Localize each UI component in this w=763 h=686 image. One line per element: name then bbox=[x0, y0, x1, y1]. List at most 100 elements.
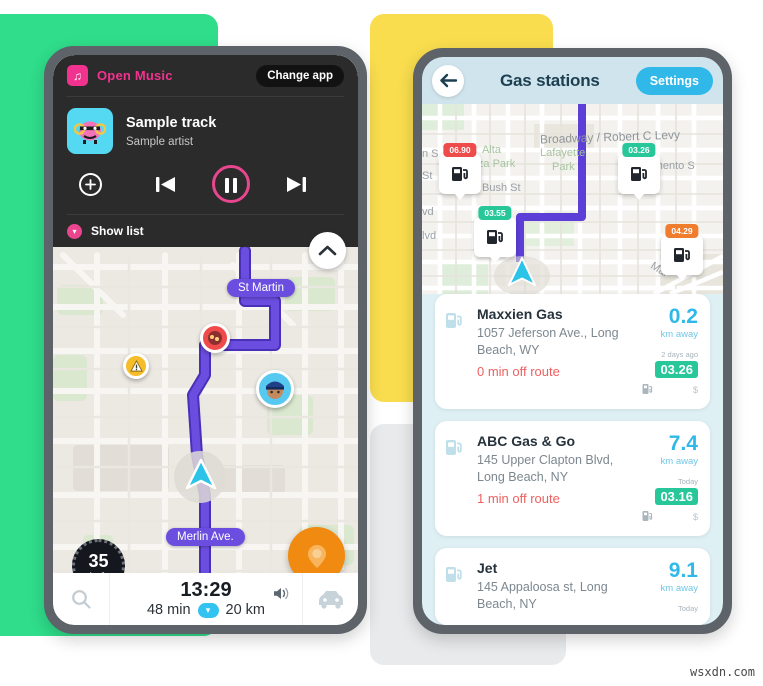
change-app-button[interactable]: Change app bbox=[256, 64, 344, 87]
map-label: Lafayette bbox=[540, 147, 586, 159]
search-icon bbox=[72, 590, 91, 609]
station-distance: 7.4 bbox=[668, 432, 698, 455]
fuel-type-icon bbox=[642, 510, 653, 524]
trip-duration: 48 min bbox=[146, 602, 191, 618]
page-title: Gas stations bbox=[500, 70, 600, 90]
map-label: lvd bbox=[422, 230, 437, 242]
player-controls bbox=[67, 163, 344, 215]
navigation-bottom-bar: 13:29 48 min ▾ 20 km bbox=[53, 573, 358, 625]
gas-station-card[interactable]: Maxxien Gas 1057 Jeferson Ave., Long Bea… bbox=[435, 294, 710, 409]
page-root: St Martin Merlin Ave. 35 km/h bbox=[0, 0, 763, 686]
speed-value: 35 bbox=[88, 550, 109, 571]
map-label: Park bbox=[552, 161, 575, 173]
station-address: 145 Appaloosa st, Long Beach, NY bbox=[477, 580, 608, 611]
currency-symbol: $ bbox=[692, 385, 698, 395]
fuel-type-icon bbox=[642, 383, 653, 397]
gas-pump-icon bbox=[445, 560, 477, 613]
station-name: Jet bbox=[477, 560, 498, 576]
skip-previous-icon bbox=[156, 176, 175, 192]
music-player-panel: ♫ Open Music Change app Sample track Sam… bbox=[53, 55, 358, 247]
gas-price-badge: 03.55 bbox=[478, 206, 512, 220]
arrow-left-icon bbox=[439, 73, 457, 88]
price-updated: Today bbox=[677, 604, 698, 613]
map-label: Bush St bbox=[482, 182, 521, 194]
gas-pump-icon bbox=[445, 433, 477, 524]
gas-station-info: Maxxien Gas 1057 Jeferson Ave., Long Bea… bbox=[477, 306, 642, 397]
map-gas-pin[interactable]: 06.90 bbox=[439, 143, 481, 200]
vehicle-button[interactable] bbox=[302, 573, 358, 625]
right-phone-screen: Gas stations Settings Broadway / Robert … bbox=[422, 57, 723, 625]
police-officer-icon[interactable] bbox=[256, 370, 294, 408]
price-footer: $ bbox=[642, 510, 698, 524]
station-address: 145 Upper Clapton Blvd, Long Beach, NY bbox=[477, 453, 614, 484]
trip-distance: 20 km bbox=[225, 602, 266, 618]
track-title: Sample track bbox=[126, 115, 217, 132]
price-updated: Today bbox=[677, 477, 698, 486]
next-track-button[interactable] bbox=[285, 174, 307, 195]
station-distance-unit: km away bbox=[660, 329, 698, 340]
left-phone-screen: St Martin Merlin Ave. 35 km/h bbox=[53, 55, 358, 625]
price-footer: $ bbox=[642, 383, 698, 397]
eta-panel[interactable]: 13:29 48 min ▾ 20 km bbox=[110, 580, 302, 618]
music-app-name: Open Music bbox=[97, 68, 173, 83]
add-track-button[interactable] bbox=[79, 172, 102, 196]
eta-details: 48 min ▾ 20 km bbox=[147, 602, 265, 618]
station-name: ABC Gas & Go bbox=[477, 433, 576, 449]
station-distance: 9.1 bbox=[668, 559, 698, 582]
map-street-label: St Martin bbox=[227, 279, 296, 297]
plus-icon bbox=[85, 178, 96, 190]
gas-pump-icon bbox=[487, 230, 503, 244]
map-label: n S bbox=[422, 148, 439, 160]
price-updated: 2 days ago bbox=[661, 350, 698, 359]
location-pin-icon bbox=[307, 544, 326, 568]
gas-station-info: Jet 145 Appaloosa st, Long Beach, NY bbox=[477, 560, 642, 613]
track-meta: Sample track Sample artist bbox=[126, 114, 216, 147]
chevron-down-icon[interactable]: ▾ bbox=[197, 602, 219, 618]
off-route-text: 0 min off route bbox=[477, 363, 560, 379]
map-label: vd bbox=[422, 206, 434, 218]
gas-pump-icon bbox=[674, 248, 690, 262]
station-price: 03.26 bbox=[655, 361, 698, 378]
gas-station-card[interactable]: Jet 145 Appaloosa st, Long Beach, NY 9.1… bbox=[435, 548, 710, 625]
map-street-label: Merlin Ave. bbox=[166, 528, 245, 546]
chevron-up-icon bbox=[318, 245, 337, 256]
map-label: Alta bbox=[482, 144, 501, 156]
collapse-panel-button[interactable] bbox=[309, 232, 346, 269]
station-distance: 0.2 bbox=[668, 305, 698, 328]
chevron-down-icon: ▾ bbox=[67, 223, 82, 239]
station-metrics: 9.1 km away Today bbox=[642, 560, 698, 613]
station-metrics: 0.2 km away 2 days ago 03.26 $ bbox=[642, 306, 698, 397]
navigation-arrow-icon bbox=[508, 257, 536, 286]
station-distance-unit: km away bbox=[660, 583, 698, 594]
currency-symbol: $ bbox=[692, 512, 698, 522]
map-gas-pin[interactable]: 03.55 bbox=[474, 206, 516, 263]
album-art bbox=[67, 108, 113, 154]
previous-track-button[interactable] bbox=[155, 174, 177, 195]
car-icon bbox=[318, 590, 343, 609]
settings-button[interactable]: Settings bbox=[635, 66, 713, 95]
volume-icon bbox=[274, 587, 289, 600]
music-note-icon: ♫ bbox=[67, 65, 88, 86]
map-gas-pin[interactable]: 03.26 bbox=[618, 143, 660, 200]
show-list-button[interactable]: ▾ Show list bbox=[67, 215, 344, 247]
gas-pump-icon bbox=[452, 167, 468, 181]
map-gas-pin[interactable]: 04.29 bbox=[661, 224, 703, 281]
gas-pump-icon bbox=[631, 167, 647, 181]
track-artist: Sample artist bbox=[126, 135, 194, 148]
waze-character-icon bbox=[74, 121, 106, 144]
station-price: 03.16 bbox=[655, 488, 698, 505]
gas-price-badge: 06.90 bbox=[443, 143, 477, 157]
warning-triangle-icon[interactable] bbox=[123, 353, 149, 379]
gas-station-list[interactable]: Maxxien Gas 1057 Jeferson Ave., Long Bea… bbox=[422, 294, 723, 625]
station-distance-unit: km away bbox=[660, 456, 698, 467]
station-metrics: 7.4 km away Today 03.16 $ bbox=[642, 433, 698, 524]
now-playing-row: Sample track Sample artist bbox=[67, 97, 344, 163]
gas-stations-map[interactable]: Broadway / Robert C Levy Alta Plaza Park… bbox=[422, 104, 723, 294]
volume-button[interactable] bbox=[273, 586, 290, 606]
search-button[interactable] bbox=[53, 573, 110, 625]
back-button[interactable] bbox=[432, 64, 464, 97]
play-pause-button[interactable] bbox=[212, 165, 250, 203]
hazard-object-icon[interactable] bbox=[200, 323, 230, 353]
gas-station-card[interactable]: ABC Gas & Go 145 Upper Clapton Blvd, Lon… bbox=[435, 421, 710, 536]
navigation-arrow-icon bbox=[185, 458, 217, 490]
